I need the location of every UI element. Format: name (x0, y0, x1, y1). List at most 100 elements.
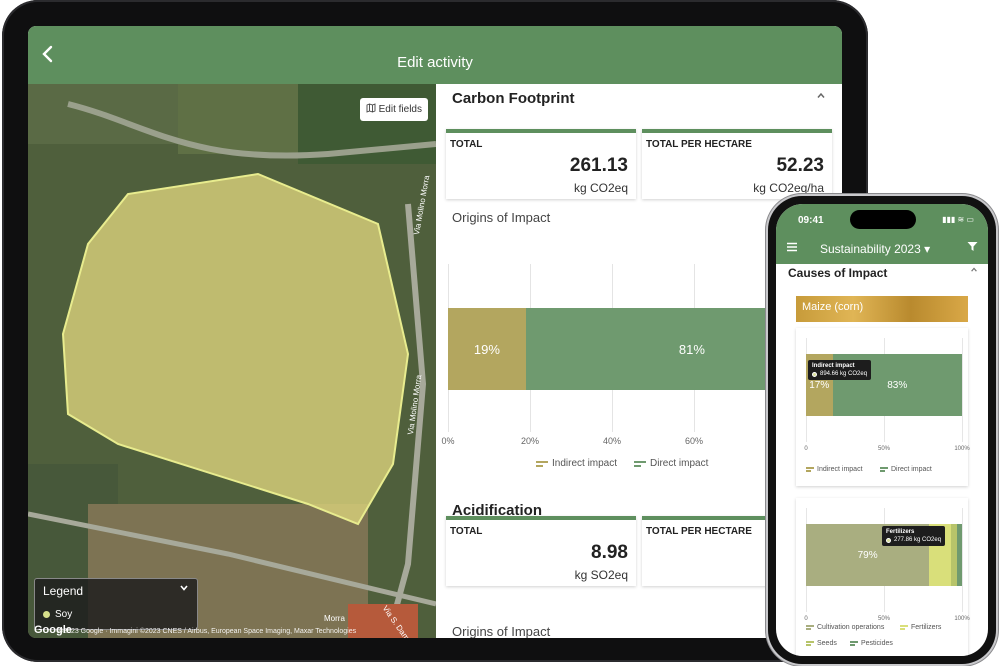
chart-legend-item[interactable]: Cultivation operations (806, 624, 884, 631)
legend-swatch-icon (850, 640, 858, 647)
chart-tick-label: 0 (804, 616, 808, 622)
page-title: Edit activity (397, 54, 473, 71)
chevron-down-icon[interactable] (179, 582, 189, 596)
chart-legend-item[interactable]: Direct impact (880, 466, 932, 473)
phone-screen: 09:41 ▮▮▮ ≋ ▭ Sustainability 2023 ▾ Caus… (776, 204, 988, 656)
chevron-up-icon[interactable] (970, 266, 978, 276)
legend-swatch-icon (536, 460, 548, 468)
legend-swatch-icon (806, 466, 814, 473)
tablet-device: Edit activity Edit fields Via Molino Mor… (2, 0, 868, 662)
chevron-up-icon[interactable] (816, 90, 826, 104)
chart-legend-item[interactable]: Direct impact (634, 458, 708, 469)
chart-tick-label: 100% (954, 616, 970, 622)
chart-tick-label: 20% (520, 436, 540, 446)
swatch-line (880, 466, 888, 469)
chart-legend-label: Indirect impact (817, 466, 863, 473)
chart-tick-label: 50% (877, 446, 891, 452)
swatch-line (880, 469, 885, 472)
per-hectare-value: 52.23 (776, 155, 824, 176)
map-attribution: ©2023 Google · Immagini ©2023 CNES / Air… (58, 628, 357, 635)
swatch-line (900, 627, 905, 630)
acid-total-card: TOTAL 8.98 kg SO2eq (446, 516, 636, 586)
swatch-line (536, 464, 543, 467)
chart-tick-label: 100% (954, 446, 970, 452)
chart-bar-pesticides[interactable] (957, 524, 962, 586)
chart-legend-label: Direct impact (891, 466, 932, 473)
causes-title: Causes of Impact (788, 266, 888, 280)
swatch-line (850, 643, 855, 646)
chart-tick-label: 0 (804, 446, 808, 452)
chart-tick-label: 0% (441, 436, 455, 446)
filter-icon[interactable] (967, 240, 978, 255)
total-value: 261.13 (569, 155, 628, 176)
total-card: TOTAL 261.13 kg CO2eq (446, 129, 636, 199)
tooltip-dot-icon (886, 537, 891, 543)
chart-legend-label: Direct impact (650, 458, 709, 469)
acid-total-unit: kg SO2eq (574, 568, 628, 582)
app-bar: Edit activity (28, 26, 842, 84)
edit-fields-button[interactable]: Edit fields (359, 98, 428, 121)
phone-title-label: Sustainability (820, 242, 891, 256)
acid-per-hectare-label: TOTAL PER HECTARE (646, 526, 752, 537)
chart-legend-item[interactable]: Fertilizers (900, 624, 941, 631)
legend-item-label: Soy (55, 609, 73, 620)
chart-tick-label: 40% (602, 436, 622, 446)
chart-legend-label: Pesticides (861, 640, 893, 647)
dynamic-island (850, 210, 916, 229)
chart-gridline (962, 338, 963, 442)
phone-device: 09:41 ▮▮▮ ≋ ▭ Sustainability 2023 ▾ Caus… (768, 196, 996, 664)
tooltip-dot-icon (812, 371, 817, 377)
acid-total-label: TOTAL (450, 526, 483, 537)
per-hectare-label: TOTAL PER HECTARE (646, 139, 752, 150)
map-legend[interactable]: Legend Soy (34, 578, 198, 630)
status-time: 09:41 (798, 215, 824, 226)
tooltip-value: 277.86 kg CO2eq (894, 537, 942, 543)
chart-tooltip: Fertilizers 277.86 kg CO2eq (882, 526, 946, 546)
tablet-screen: Edit activity Edit fields Via Molino Mor… (28, 26, 842, 638)
swatch-line (806, 466, 814, 469)
crop-banner[interactable]: Maize (corn) (796, 296, 968, 322)
swatch-line (634, 460, 646, 463)
swatch-line (850, 640, 858, 643)
road-label: Morra (324, 614, 345, 623)
menu-icon[interactable] (786, 239, 798, 255)
chart-legend-item[interactable]: Indirect impact (806, 466, 863, 473)
legend-item-soy: Soy (43, 609, 72, 620)
swatch-line (806, 469, 811, 472)
tooltip-value: 894.66 kg CO2eq (820, 371, 868, 377)
total-label: TOTAL (450, 139, 483, 150)
swatch-line (806, 624, 814, 627)
legend-swatch-icon (880, 466, 888, 473)
swatch-line (806, 643, 811, 646)
chart-tick-label: 60% (684, 436, 704, 446)
per-hectare-unit: kg CO2eq/ha (753, 181, 824, 195)
swatch-line (806, 640, 814, 643)
status-icons: ▮▮▮ ≋ ▭ (942, 215, 974, 224)
origins-chart: 0%20%40%60%80%19%81%Indirect impactDirec… (441, 264, 842, 504)
chart-legend-item[interactable]: Seeds (806, 640, 837, 647)
swatch-line (536, 460, 548, 463)
tooltip-title: Indirect impact (812, 363, 855, 369)
causes-chart-card: 0 50% 100% 79% Fertilizers 277.86 kg CO2eq Cul… (796, 498, 970, 656)
mockup-stage: Edit activity Edit fields Via Molino Mor… (0, 0, 1000, 666)
chart-tooltip: Indirect impact 894.66 kg CO2eq (808, 360, 872, 380)
chart-tick-label: 50% (877, 616, 891, 622)
chart-bar-indirect-impact[interactable]: 19% (448, 308, 526, 390)
map-imagery (28, 84, 436, 638)
swatch-line (900, 624, 908, 627)
chart-legend-item[interactable]: Pesticides (850, 640, 893, 647)
chart-gridline (962, 508, 963, 612)
chart-legend-label: Cultivation operations (817, 624, 885, 631)
year-selector[interactable]: 2023 ▾ (894, 242, 930, 256)
carbon-footprint-title: Carbon Footprint (452, 90, 575, 107)
satellite-map[interactable]: Edit fields Via Molino Morra Via Molino … (28, 84, 436, 638)
chart-legend-item[interactable]: Indirect impact (536, 458, 617, 469)
crop-label: Maize (corn) (802, 301, 864, 313)
legend-swatch-icon (900, 624, 908, 631)
per-hectare-card: TOTAL PER HECTARE 52.23 kg CO2eq/ha (642, 129, 832, 199)
chart-legend-label: Seeds (817, 640, 837, 647)
impact-chart-card: 0 50% 100% 17% 83% Indirect impact 894.66 kg C… (796, 328, 970, 486)
phone-title[interactable]: Sustainability 2023 ▾ (820, 242, 930, 256)
legend-swatch-icon (634, 460, 646, 468)
phone-app-bar: 09:41 ▮▮▮ ≋ ▭ Sustainability 2023 ▾ (776, 204, 988, 264)
